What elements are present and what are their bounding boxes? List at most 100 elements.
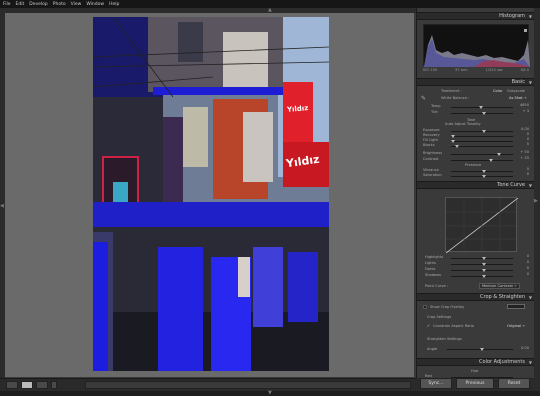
brightness-value[interactable]: + 50 — [515, 150, 529, 154]
menu-view[interactable]: View — [71, 2, 82, 7]
blacks-slider[interactable] — [451, 145, 513, 148]
slider-knob[interactable] — [451, 135, 455, 138]
treatment-color-option[interactable]: Color — [493, 89, 502, 93]
menu-file[interactable]: File — [3, 2, 11, 7]
triangle-right-icon[interactable]: ▶ — [534, 198, 538, 204]
vibrance-label: Vibrance — [423, 168, 439, 172]
slider-knob[interactable] — [482, 257, 486, 260]
previous-button[interactable]: Previous — [456, 378, 494, 389]
show-crop-overlay-checkbox[interactable] — [423, 305, 427, 309]
brightness-slider[interactable] — [451, 153, 513, 156]
saturation-slider[interactable] — [451, 175, 513, 178]
eyedropper-icon[interactable]: ✎ — [421, 95, 426, 102]
slider-knob[interactable] — [489, 159, 493, 162]
color-adjustments-header[interactable]: Color Adjustments ▼ — [417, 358, 534, 366]
darks-label: Darks — [425, 267, 436, 271]
view-before-after-button[interactable] — [21, 381, 33, 389]
slider-knob[interactable] — [482, 175, 486, 178]
collapse-triangle-icon[interactable]: ▼ — [529, 13, 532, 20]
crop-title: Crop & Straighten — [480, 294, 525, 300]
tint-slider[interactable] — [451, 112, 513, 115]
exposure-value[interactable]: 0.00 — [515, 127, 529, 131]
aspect-ratio-dropdown[interactable]: Original ÷ — [507, 324, 525, 328]
slider-knob[interactable] — [482, 275, 486, 278]
slider-knob[interactable] — [451, 140, 455, 143]
collapse-triangle-icon[interactable]: ▼ — [529, 359, 532, 366]
menu-window[interactable]: Window — [86, 2, 104, 7]
basic-title: Basic — [511, 79, 525, 85]
crop-header[interactable]: Crop & Straighten ▼ — [417, 293, 534, 301]
darks-slider[interactable] — [451, 269, 513, 272]
lock-icon[interactable]: ✓ — [427, 324, 430, 328]
tone-curve-header[interactable]: Tone Curve ▼ — [417, 181, 534, 189]
slider-knob[interactable] — [455, 145, 459, 148]
triangle-down-icon[interactable]: ▼ — [268, 390, 272, 396]
contrast-value[interactable]: + 25 — [515, 156, 529, 160]
sync-button[interactable]: Sync... — [420, 378, 452, 389]
darks-value[interactable]: 0 — [515, 266, 529, 270]
blacks-value[interactable]: 5 — [515, 142, 529, 146]
bottom-panel-toggle-strip[interactable]: ▼ — [0, 390, 540, 396]
highlights-value[interactable]: 0 — [515, 254, 529, 258]
fill-light-value[interactable]: 0 — [515, 137, 529, 141]
crop-tool-button[interactable] — [507, 304, 525, 309]
reset-button[interactable]: Reset — [498, 378, 530, 389]
panel-action-buttons: Sync... Previous Reset — [416, 378, 534, 391]
tone-curve-graph[interactable] — [445, 197, 519, 254]
shadows-value[interactable]: 0 — [515, 272, 529, 276]
histogram-header[interactable]: Histogram ▼ — [417, 12, 534, 20]
saturation-label: Saturation — [423, 173, 442, 177]
menu-develop[interactable]: Develop — [29, 2, 48, 7]
view-loupe-button[interactable] — [6, 381, 18, 389]
saturation-value[interactable]: 0 — [515, 172, 529, 176]
menu-photo[interactable]: Photo — [53, 2, 66, 7]
lights-value[interactable]: 0 — [515, 260, 529, 264]
slider-knob[interactable] — [479, 106, 483, 109]
slider-knob[interactable] — [482, 130, 486, 133]
histogram-readout: ISO 100 37 mm 1/320 sec f/8.0 — [423, 68, 529, 73]
contrast-slider[interactable] — [451, 159, 513, 162]
tone-curve-svg — [445, 197, 519, 254]
highlights-slider[interactable] — [451, 257, 513, 260]
lights-slider[interactable] — [451, 263, 513, 266]
collapse-triangle-icon[interactable]: ▼ — [529, 182, 532, 189]
slider-knob[interactable] — [480, 348, 484, 351]
wb-dropdown[interactable]: As Shot ÷ — [509, 96, 527, 100]
treatment-grayscale-option[interactable]: Grayscale — [507, 89, 525, 93]
slider-knob[interactable] — [482, 269, 486, 272]
slider-knob[interactable] — [482, 263, 486, 266]
vibrance-slider[interactable] — [451, 170, 513, 173]
wb-label: White Balance : — [441, 96, 470, 100]
triangle-left-icon[interactable]: ◀ — [0, 203, 4, 209]
toolbar-dropdown-button[interactable] — [51, 381, 57, 389]
vibrance-value[interactable]: 0 — [515, 167, 529, 171]
auto-tone-button[interactable]: Auto Adjust Tonality — [445, 122, 481, 126]
slider-knob[interactable] — [482, 112, 486, 115]
menu-edit[interactable]: Edit — [16, 2, 25, 7]
slider-knob[interactable] — [497, 153, 501, 156]
temp-value[interactable]: 4650 — [515, 103, 529, 107]
view-compare-button[interactable] — [36, 381, 48, 389]
menu-help[interactable]: Help — [109, 2, 119, 7]
basic-header[interactable]: Basic ▼ — [417, 78, 534, 86]
temp-slider[interactable] — [451, 106, 513, 109]
recovery-value[interactable]: 0 — [515, 132, 529, 136]
highlights-label: Highlights — [425, 255, 444, 259]
show-crop-overlay-label: Show Crop Overlay — [430, 305, 465, 309]
slider-knob[interactable] — [482, 170, 486, 173]
right-panel-toggle-strip[interactable]: ▶ — [534, 8, 540, 391]
blacks-label: Blacks — [423, 143, 435, 147]
exposure-slider[interactable] — [451, 130, 513, 133]
recovery-slider[interactable] — [451, 135, 513, 138]
point-curve-dropdown[interactable]: Medium Contrast ÷ — [479, 283, 521, 289]
collapse-triangle-icon[interactable]: ▼ — [529, 79, 532, 86]
histogram-title: Histogram — [499, 13, 525, 19]
angle-value[interactable]: 0.00 — [515, 346, 529, 350]
shadows-slider[interactable] — [451, 275, 513, 278]
angle-slider[interactable] — [447, 348, 513, 351]
collapse-triangle-icon[interactable]: ▼ — [529, 294, 532, 301]
tint-value[interactable]: + 3 — [515, 109, 529, 113]
photo-preview[interactable]: Yıldız Yıldız — [93, 17, 329, 371]
histogram-graph — [423, 24, 530, 67]
fill-light-slider[interactable] — [451, 140, 513, 143]
